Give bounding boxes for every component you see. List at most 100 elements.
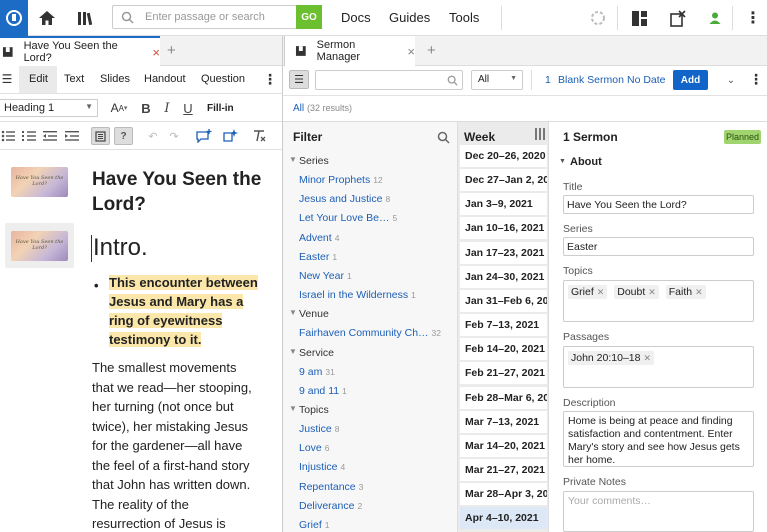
- passage-search[interactable]: Enter passage or search GO: [112, 5, 322, 29]
- week-row[interactable]: Mar 14–20, 2021: [460, 434, 547, 457]
- filter-item[interactable]: Love 6: [283, 439, 458, 458]
- highlighted-bullet[interactable]: This encounter between Jesus and Mary ha…: [109, 273, 269, 349]
- sermon-title[interactable]: Have You Seen the Lord?: [92, 167, 272, 217]
- notes-field[interactable]: Your comments…: [563, 491, 754, 532]
- filter-item[interactable]: Justice 8: [283, 420, 458, 439]
- bold-icon[interactable]: B: [139, 100, 153, 116]
- outdent-icon[interactable]: [42, 129, 58, 143]
- redo-icon[interactable]: ↷: [166, 129, 182, 143]
- filter-item[interactable]: Minor Prophets 12: [283, 171, 458, 190]
- filter-item[interactable]: Grief 1: [283, 516, 458, 532]
- filter-item[interactable]: Let Your Love Be… 5: [283, 209, 458, 228]
- undo-icon[interactable]: ↶: [145, 129, 161, 143]
- home-icon[interactable]: [36, 7, 58, 29]
- description-field[interactable]: Home is being at peace and finding satis…: [563, 411, 754, 467]
- status-badge[interactable]: Planned: [724, 130, 761, 144]
- filter-item[interactable]: Injustice 4: [283, 458, 458, 477]
- filter-item[interactable]: Advent 4: [283, 229, 458, 248]
- underline-icon[interactable]: U: [181, 100, 195, 116]
- week-row[interactable]: Feb 21–27, 2021: [460, 362, 547, 385]
- section-heading[interactable]: Intro.: [93, 234, 148, 262]
- filter-item[interactable]: 9 am 31: [283, 363, 458, 382]
- filter-item[interactable]: Fairhaven Community Ch… 32: [283, 324, 458, 343]
- style-select[interactable]: Heading 1 ▼: [0, 99, 98, 117]
- results-all-link[interactable]: All: [293, 103, 304, 114]
- filter-group[interactable]: ▼ Topics: [283, 401, 458, 420]
- week-row[interactable]: Feb 7–13, 2021: [460, 314, 547, 337]
- filter-item[interactable]: Repentance 3: [283, 478, 458, 497]
- filter-group[interactable]: ▼ Service: [283, 344, 458, 363]
- sermon-editor[interactable]: Have You Seen the Lord? Have You Seen th…: [0, 150, 282, 532]
- hamburger-icon[interactable]: ☰: [0, 72, 14, 86]
- caret-down-icon[interactable]: ▼: [289, 155, 297, 164]
- week-row[interactable]: Mar 21–27, 2021: [460, 458, 547, 481]
- indent-icon[interactable]: [64, 129, 80, 143]
- week-row[interactable]: Feb 28–Mar 6, 2021: [460, 386, 547, 409]
- filter-group[interactable]: ▼ Venue: [283, 305, 458, 324]
- tab-close-icon[interactable]: ×: [152, 45, 160, 60]
- mode-edit[interactable]: Edit: [29, 73, 48, 85]
- remove-icon[interactable]: ✕: [597, 287, 605, 297]
- italic-icon[interactable]: I: [160, 100, 174, 116]
- filter-item[interactable]: Jesus and Justice 8: [283, 190, 458, 209]
- nav-guides[interactable]: Guides: [389, 10, 430, 25]
- filter-select[interactable]: All ▼: [471, 70, 523, 90]
- collapse-icon[interactable]: ⌄: [725, 73, 737, 87]
- caret-down-icon[interactable]: ▼: [289, 347, 297, 356]
- topics-field[interactable]: Grief ✕ Doubt ✕ Faith ✕: [563, 280, 754, 322]
- add-comment-icon[interactable]: [196, 129, 212, 143]
- filter-item[interactable]: Deliverance 2: [283, 497, 458, 516]
- editor-more-icon[interactable]: ⋮: [263, 71, 277, 87]
- week-row[interactable]: Jan 24–30, 2021: [460, 265, 547, 288]
- series-field[interactable]: Easter: [563, 237, 754, 256]
- mode-handout[interactable]: Handout: [144, 73, 186, 85]
- quantity-field[interactable]: 1: [545, 74, 551, 86]
- go-button[interactable]: GO: [296, 5, 322, 29]
- question-box-icon[interactable]: ?: [114, 127, 133, 145]
- caret-down-icon[interactable]: ▼: [289, 404, 297, 413]
- nav-docs[interactable]: Docs: [341, 10, 371, 25]
- remove-icon[interactable]: ✕: [643, 353, 651, 363]
- layouts-icon[interactable]: [628, 7, 650, 29]
- about-section-title[interactable]: About: [570, 156, 602, 168]
- slide-thumbnail[interactable]: Have You Seen the Lord?: [11, 231, 68, 261]
- mode-slides[interactable]: Slides: [100, 73, 130, 85]
- mode-question[interactable]: Question: [201, 73, 245, 85]
- add-slide-icon[interactable]: [222, 129, 238, 143]
- fill-in-button[interactable]: Fill-in: [207, 103, 234, 114]
- tab-sermon-manager[interactable]: Sermon Manager ×: [284, 36, 415, 66]
- filter-item[interactable]: 9 and 11 1: [283, 382, 458, 401]
- slide-view-icon[interactable]: [91, 127, 110, 145]
- filter-item[interactable]: Israel in the Wilderness 1: [283, 286, 458, 305]
- remove-icon[interactable]: ✕: [648, 287, 656, 297]
- week-row[interactable]: Apr 4–10, 2021: [460, 507, 547, 530]
- date-select[interactable]: No Date: [627, 74, 666, 86]
- filter-group[interactable]: ▼ Series: [283, 152, 458, 171]
- week-row[interactable]: Dec 20–26, 2020: [460, 145, 547, 167]
- slide-thumbnail[interactable]: Have You Seen the Lord?: [11, 167, 68, 197]
- tab-sermon-document[interactable]: Have You Seen the Lord? ×: [0, 36, 160, 66]
- template-select[interactable]: Blank Sermon: [558, 74, 624, 86]
- body-paragraph[interactable]: The smallest movements that we read—her …: [92, 358, 278, 532]
- numbered-list-icon[interactable]: [21, 129, 37, 143]
- week-row[interactable]: Jan 3–9, 2021: [460, 193, 547, 216]
- caret-down-icon[interactable]: ▼: [289, 308, 297, 317]
- week-row[interactable]: Jan 31–Feb 6, 2021: [460, 289, 547, 312]
- filter-item[interactable]: New Year 1: [283, 267, 458, 286]
- filter-item[interactable]: Easter 1: [283, 248, 458, 267]
- passages-field[interactable]: John 20:10–18 ✕: [563, 346, 754, 388]
- close-panels-icon[interactable]: [666, 7, 688, 29]
- week-row[interactable]: Mar 28–Apr 3, 2021: [460, 483, 547, 506]
- tab-close-icon[interactable]: ×: [407, 44, 415, 59]
- title-field[interactable]: Have You Seen the Lord?: [563, 195, 754, 214]
- search-icon[interactable]: [437, 131, 450, 144]
- week-row[interactable]: Mar 7–13, 2021: [460, 410, 547, 433]
- week-row[interactable]: Feb 14–20, 2021: [460, 338, 547, 361]
- more-menu-icon[interactable]: ⋮: [742, 7, 764, 29]
- nav-tools[interactable]: Tools: [449, 10, 479, 25]
- library-icon[interactable]: [75, 7, 97, 29]
- new-tab-button[interactable]: +: [427, 42, 436, 59]
- week-row[interactable]: Jan 17–23, 2021: [460, 241, 547, 264]
- mode-text[interactable]: Text: [64, 73, 84, 85]
- panel-more-icon[interactable]: ⋮: [749, 71, 763, 87]
